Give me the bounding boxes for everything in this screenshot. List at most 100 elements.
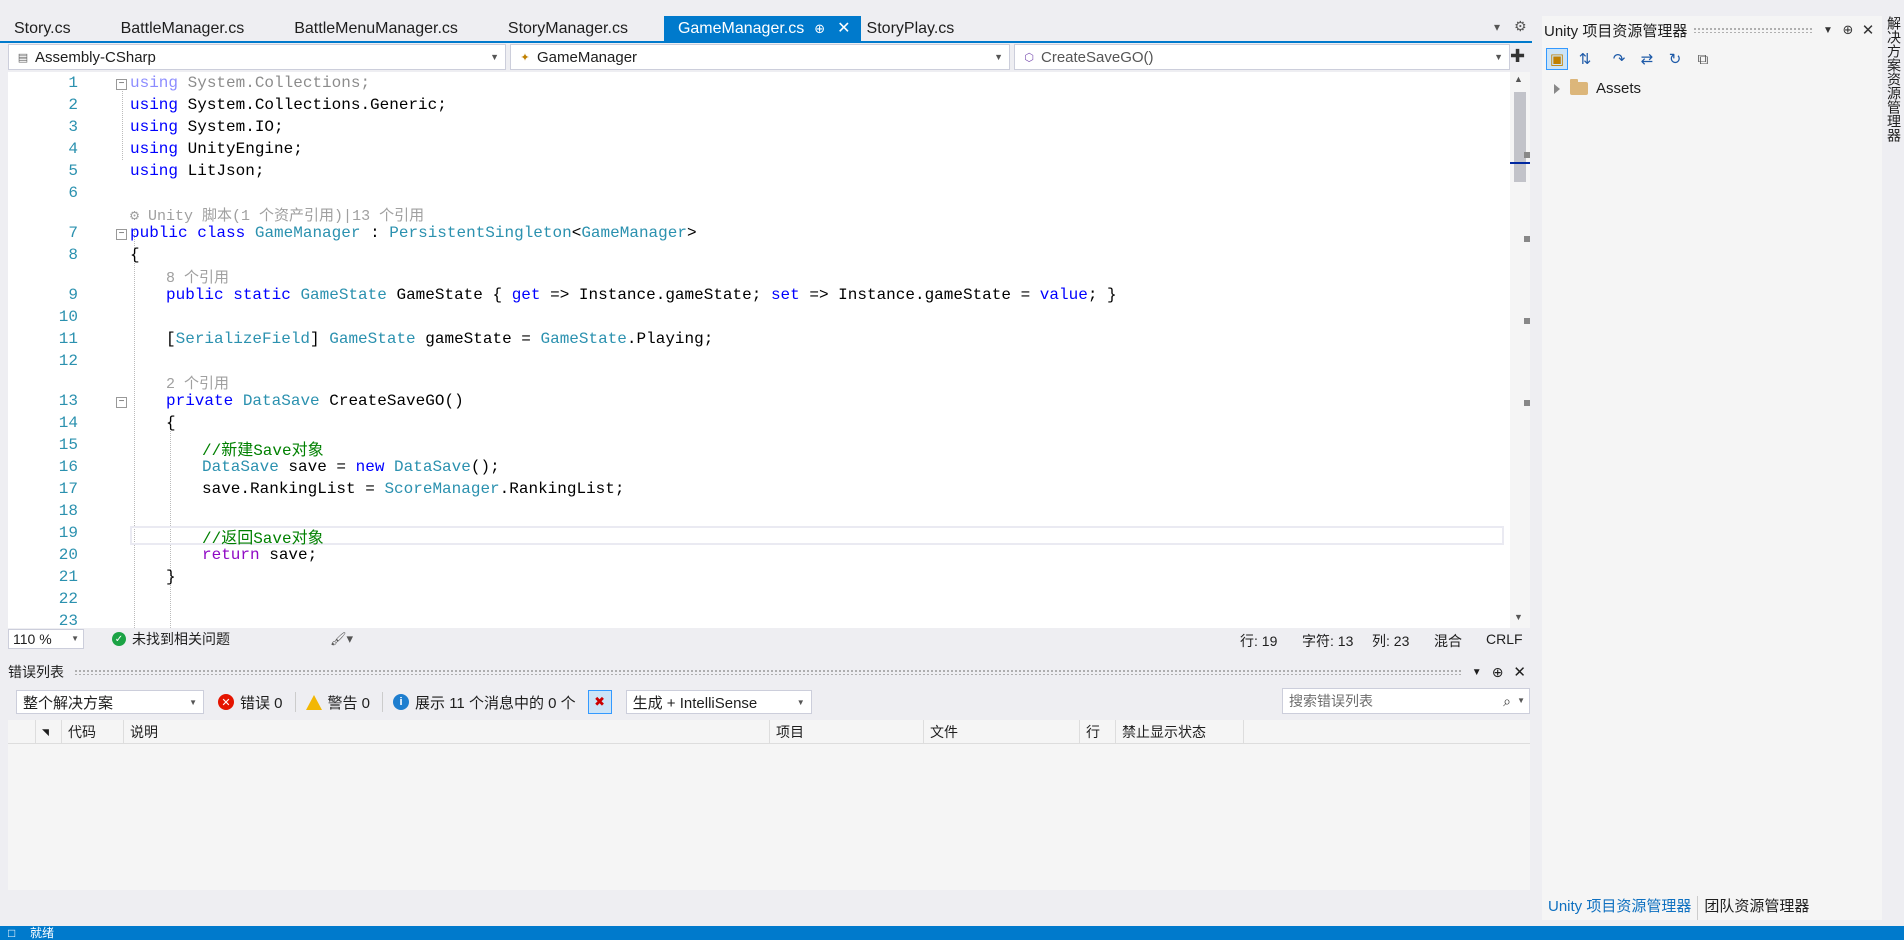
project-dropdown[interactable]: ▤ Assembly-CSharp ▼ <box>8 44 506 70</box>
sort-icon[interactable]: ⇅ <box>1574 48 1596 70</box>
code-editor[interactable]: 1 2 3 4 5 6 7 8 9 10 11 12 13 14 15 16 1… <box>8 72 1510 628</box>
line-ending-indicator[interactable]: CRLF <box>1486 631 1523 647</box>
errors-filter-button[interactable]: ✕ 错误 0 <box>218 692 283 713</box>
scope-value: 整个解决方案 <box>23 694 114 712</box>
column-header-line[interactable]: 行 <box>1080 720 1116 744</box>
panel-grip[interactable] <box>74 669 1462 675</box>
tab-battle-manager[interactable]: BattleManager.cs <box>107 16 259 42</box>
codelens-references[interactable]: 2 个引用 <box>166 372 229 393</box>
show-all-files-icon[interactable]: ▣ <box>1546 48 1568 70</box>
line-number: 7 <box>68 224 78 242</box>
status-text: 就绪 <box>30 926 55 940</box>
chevron-down-icon: ▼ <box>490 52 499 62</box>
tab-overflow-dropdown-icon[interactable]: ▾ <box>1494 20 1500 34</box>
settings-gear-icon[interactable]: ⚙ <box>1514 18 1527 35</box>
chevron-down-icon: ▼ <box>994 52 1003 62</box>
collapse-all-icon[interactable]: ⧉ <box>1692 48 1714 70</box>
tab-story-manager[interactable]: StoryManager.cs <box>494 16 642 42</box>
unity-explorer-toolbar: ▣ ⇅ ↷ ⇄ ↻ ⧉ <box>1542 46 1882 72</box>
scrollbar-thumb[interactable] <box>1514 92 1526 182</box>
tab-game-manager[interactable]: GameManager.cs ⊕ ✕ <box>663 16 861 42</box>
errors-count: 错误 0 <box>240 694 283 712</box>
tab-label: GameManager.cs <box>677 20 805 37</box>
line-number: 19 <box>58 524 78 542</box>
warnings-filter-button[interactable]: 警告 0 <box>305 692 370 713</box>
codelens-references[interactable]: ⚙ Unity 脚本(1 个资产引用)|13 个引用 <box>130 204 424 225</box>
code-line-1: using System.Collections; <box>130 74 371 92</box>
redo-icon[interactable]: ↷ <box>1608 48 1630 70</box>
pin-icon[interactable]: ⊕ <box>1838 22 1858 38</box>
error-list-header: ◥ 代码 说明 项目 文件 行 禁止显示状态 <box>8 720 1530 744</box>
tree-item-label: Assets <box>1596 80 1642 97</box>
editor-vertical-scrollbar[interactable]: ▲ ▼ <box>1510 72 1530 628</box>
column-indicator[interactable]: 列: 23 <box>1372 631 1409 651</box>
tab-label: StoryManager.cs <box>507 20 628 37</box>
error-list-search-input[interactable]: 搜索错误列表 ⌕ ▼ <box>1282 688 1530 714</box>
line-number: 18 <box>58 502 78 520</box>
pin-icon[interactable]: ⊕ <box>814 16 825 42</box>
line-number: 2 <box>68 96 78 114</box>
zoom-dropdown[interactable]: 110 % ▼ <box>8 629 84 649</box>
line-number: 8 <box>68 246 78 264</box>
column-header-code[interactable]: 代码 <box>62 720 124 744</box>
scope-dropdown[interactable]: 整个解决方案 ▼ <box>16 690 204 714</box>
tab-unity-explorer[interactable]: Unity 项目资源管理器 <box>1542 896 1697 920</box>
search-placeholder: 搜索错误列表 <box>1289 693 1373 709</box>
messages-filter-button[interactable]: i 展示 11 个消息中的 0 个 <box>393 692 576 713</box>
collapse-region-icon[interactable]: − <box>116 79 127 90</box>
sync-icon[interactable]: ⇄ <box>1636 48 1658 70</box>
line-indicator[interactable]: 行: 19 <box>1240 631 1277 651</box>
collapse-region-icon[interactable]: − <box>116 397 127 408</box>
char-indicator[interactable]: 字符: 13 <box>1302 631 1353 651</box>
column-header-suppression-state[interactable]: 禁止显示状态 <box>1116 720 1244 744</box>
column-header-project[interactable]: 项目 <box>770 720 924 744</box>
tab-team-explorer[interactable]: 团队资源管理器 <box>1697 896 1815 920</box>
line-number: 13 <box>58 392 78 410</box>
tab-story[interactable]: Story.cs <box>0 16 85 42</box>
line-number: 22 <box>58 590 78 608</box>
class-icon: ✦ <box>520 51 530 64</box>
scroll-down-arrow-icon[interactable]: ▼ <box>1514 612 1523 622</box>
chevron-down-icon[interactable]: ▼ <box>1517 689 1525 713</box>
close-tab-icon[interactable]: ✕ <box>837 16 850 42</box>
expand-arrow-icon[interactable] <box>1554 83 1560 94</box>
column-header-icon[interactable] <box>8 720 36 744</box>
code-line-17: save.RankingList = ScoreManager.RankingL… <box>202 480 625 498</box>
error-list-title: 错误列表 <box>8 664 64 680</box>
search-icon[interactable]: ⌕ <box>1503 689 1511 713</box>
panel-grip[interactable] <box>1693 27 1812 33</box>
collapse-region-icon[interactable]: − <box>116 229 127 240</box>
close-icon[interactable]: ✕ <box>1513 663 1526 681</box>
refresh-icon[interactable]: ↻ <box>1664 48 1686 70</box>
sort-indicator-icon[interactable]: ◥ <box>36 720 62 744</box>
column-header-file[interactable]: 文件 <box>924 720 1080 744</box>
code-line-19: //返回Save对象 <box>202 530 324 548</box>
split-editor-icon[interactable]: ✚ <box>1510 46 1525 67</box>
build-filter-dropdown[interactable]: 生成 + IntelliSense ▼ <box>625 690 812 714</box>
brush-icon[interactable]: 🖌▾ <box>330 631 353 647</box>
window-position-dropdown-icon[interactable]: ▼ <box>1818 25 1838 36</box>
codelens-references[interactable]: 8 个引用 <box>166 266 229 287</box>
class-dropdown[interactable]: ✦ GameManager ▼ <box>510 44 1010 70</box>
window-position-dropdown-icon[interactable]: ▼ <box>1472 667 1482 678</box>
member-dropdown[interactable]: ⬡ CreateSaveGO() ▼ <box>1014 44 1510 70</box>
tree-item-assets[interactable]: Assets <box>1554 79 1642 97</box>
line-number: 16 <box>58 458 78 476</box>
indentation-indicator[interactable]: 混合 <box>1434 631 1462 651</box>
close-icon[interactable]: ✕ <box>1858 21 1878 39</box>
code-line-16: DataSave save = new DataSave(); <box>202 458 500 476</box>
divider <box>382 692 384 712</box>
issues-status[interactable]: 未找到相关问题 <box>132 629 230 649</box>
code-line-15: //新建Save对象 <box>202 442 324 460</box>
tab-battle-menu-manager[interactable]: BattleMenuManager.cs <box>280 16 472 42</box>
tab-strip-underline <box>0 41 1532 43</box>
pin-icon[interactable]: ⊕ <box>1492 664 1504 681</box>
zoom-level: 110 % <box>13 631 52 647</box>
scroll-up-arrow-icon[interactable]: ▲ <box>1514 74 1523 84</box>
side-tab-solution-explorer[interactable]: 解决方案资源管理器 <box>1886 16 1904 176</box>
error-icon: ✕ <box>218 694 234 710</box>
filter-icon[interactable]: ✖ <box>587 690 612 714</box>
column-header-description[interactable]: 说明 <box>124 720 770 744</box>
line-number: 17 <box>58 480 78 498</box>
tab-story-play[interactable]: StoryPlay.cs <box>861 16 969 42</box>
